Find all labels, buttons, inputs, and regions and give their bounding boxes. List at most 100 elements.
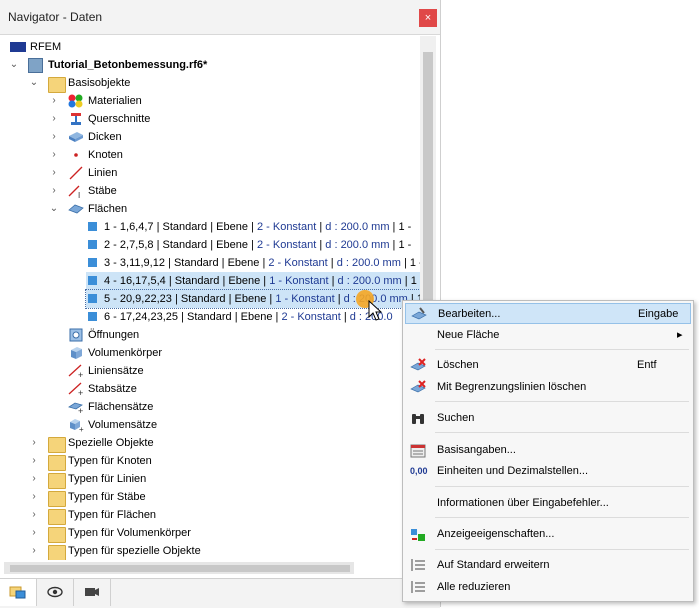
- line-set-icon: +: [68, 364, 84, 380]
- line-icon: [68, 166, 84, 180]
- tree-folder-typen-linien[interactable]: › Typen für Linien: [0, 470, 420, 489]
- chevron-right-icon[interactable]: ›: [28, 542, 40, 560]
- basic-data-icon: [410, 443, 426, 458]
- node-icon: [68, 148, 84, 162]
- expand-icon: [410, 558, 426, 573]
- tree-item-label: Flächensätze: [88, 401, 154, 413]
- display-properties-icon: [410, 527, 426, 542]
- tab-view[interactable]: [37, 579, 74, 606]
- eye-icon: [47, 586, 63, 598]
- tree-folder-label: Spezielle Objekte: [68, 437, 154, 449]
- folder-icon: [48, 527, 66, 543]
- surface-row[interactable]: 1 - 1,6,4,7 | Standard | Ebene | 2 - Kon…: [86, 218, 420, 236]
- chevron-right-icon[interactable]: ›: [28, 524, 40, 542]
- menu-item-display-properties[interactable]: Anzeigeeigenschaften...: [405, 524, 691, 545]
- tree-folder-label: Typen für Volumenkörper: [68, 527, 191, 539]
- chevron-right-icon[interactable]: ›: [28, 506, 40, 524]
- chevron-right-icon[interactable]: ›: [48, 128, 60, 146]
- tree-folder-typen-volumenkoerper[interactable]: › Typen für Volumenkörper: [0, 524, 420, 543]
- chevron-right-icon[interactable]: ›: [48, 110, 60, 128]
- tree-item-knoten[interactable]: › Knoten: [0, 146, 420, 164]
- menu-item-delete[interactable]: Löschen Entf: [405, 355, 691, 376]
- svg-text:+: +: [78, 388, 83, 396]
- tree-item-flaechen[interactable]: ⌄ Flächen: [0, 200, 420, 218]
- svg-text:+: +: [78, 406, 83, 414]
- tree-folder-typen-spezielle-objekte[interactable]: › Typen für spezielle Objekte: [0, 542, 420, 560]
- panel-title: Navigator - Daten: [8, 10, 103, 24]
- tree-item-dicken[interactable]: › Dicken: [0, 128, 420, 146]
- tree-item-linien[interactable]: › Linien: [0, 164, 420, 182]
- menu-item-basic-data[interactable]: Basisangaben...: [405, 440, 691, 461]
- delete-icon: [410, 358, 426, 373]
- menu-item-collapse-all[interactable]: Alle reduzieren: [405, 577, 691, 598]
- tree-folder-label: Typen für Linien: [68, 473, 147, 485]
- surface-square-icon: [88, 294, 97, 303]
- tree-item-label: Öffnungen: [88, 329, 140, 341]
- tree-item-volumenkoerper[interactable]: Volumenkörper: [0, 344, 420, 362]
- tree-item-materialien[interactable]: › Materialien: [0, 92, 420, 110]
- tree-item-oeffnungen[interactable]: Öffnungen: [0, 326, 420, 344]
- tree-file[interactable]: ⌄ Tutorial_Betonbemessung.rf6*: [0, 56, 420, 74]
- tab-data[interactable]: [0, 579, 37, 606]
- surface-row[interactable]: 2 - 2,7,5,8 | Standard | Ebene | 2 - Kon…: [86, 236, 420, 254]
- chevron-down-icon[interactable]: ⌄: [8, 56, 20, 74]
- surface-row-selected[interactable]: 4 - 16,17,5,4 | Standard | Ebene | 1 - K…: [86, 272, 420, 290]
- context-menu: Bearbeiten... Eingabe Neue Fläche ▸ Lösc…: [402, 300, 694, 602]
- chevron-right-icon[interactable]: ›: [48, 164, 60, 182]
- member-icon: I: [68, 184, 84, 200]
- rfem-icon: [10, 42, 26, 52]
- chevron-right-icon[interactable]: ›: [28, 452, 40, 470]
- chevron-down-icon[interactable]: ⌄: [28, 74, 40, 92]
- tree-basisobjekte[interactable]: ⌄ Basisobjekte: [0, 74, 420, 93]
- tree-item-label: Knoten: [88, 149, 123, 161]
- tree-item-staebe[interactable]: › I Stäbe: [0, 182, 420, 200]
- data-tab-icon: [9, 586, 26, 599]
- menu-item-units[interactable]: 0,00 Einheiten und Dezimalstellen...: [405, 461, 691, 482]
- materials-icon: [68, 94, 84, 108]
- horizontal-scroll-thumb[interactable]: [10, 565, 350, 572]
- close-button[interactable]: ×: [419, 9, 437, 27]
- svg-text:+: +: [78, 370, 83, 378]
- tree-folder-typen-flaechen[interactable]: › Typen für Flächen: [0, 506, 420, 525]
- surface-row[interactable]: 3 - 3,11,9,12 | Standard | Ebene | 2 - K…: [86, 254, 420, 272]
- menu-item-expand-default[interactable]: Auf Standard erweitern: [405, 555, 691, 576]
- cross-section-icon: [68, 112, 84, 126]
- chevron-right-icon[interactable]: ›: [28, 470, 40, 488]
- menu-item-search[interactable]: Suchen: [405, 408, 691, 429]
- tree-item-flaechensaetze[interactable]: + Flächensätze: [0, 398, 420, 416]
- menu-item-delete-with-lines[interactable]: Mit Begrenzungslinien löschen: [405, 377, 691, 398]
- folder-icon: [48, 77, 66, 93]
- camera-icon: [85, 588, 99, 596]
- tab-camera[interactable]: [74, 579, 111, 606]
- delete-with-lines-icon: [410, 380, 426, 395]
- edit-icon: [411, 307, 427, 322]
- tree-folder-typen-staebe[interactable]: › Typen für Stäbe: [0, 488, 420, 507]
- tree-item-querschnitte[interactable]: › Querschnitte: [0, 110, 420, 128]
- tree-item-label: Flächen: [88, 203, 128, 215]
- solid-set-icon: +: [68, 418, 84, 434]
- chevron-right-icon[interactable]: ›: [28, 488, 40, 506]
- tree-item-liniensaetze[interactable]: + Liniensätze: [0, 362, 420, 380]
- model-file-icon: [28, 58, 43, 73]
- tree-folder-spezielle-objekte[interactable]: › Spezielle Objekte: [0, 434, 420, 453]
- submenu-arrow-icon: ▸: [677, 329, 683, 341]
- tree-root[interactable]: RFEM: [0, 38, 420, 56]
- member-set-icon: +: [68, 382, 84, 398]
- chevron-down-icon[interactable]: ⌄: [48, 200, 60, 218]
- menu-separator: [435, 432, 689, 433]
- chevron-right-icon[interactable]: ›: [48, 182, 60, 200]
- menu-item-new-surface[interactable]: Neue Fläche ▸: [405, 325, 691, 346]
- menu-item-edit[interactable]: Bearbeiten... Eingabe: [405, 303, 691, 324]
- menu-item-input-errors[interactable]: Informationen über Eingabefehler...: [405, 493, 691, 514]
- chevron-right-icon[interactable]: ›: [48, 92, 60, 110]
- tree-item-label: Dicken: [88, 131, 122, 143]
- tree-item-volumensaetze[interactable]: + Volumensätze: [0, 416, 420, 434]
- chevron-right-icon[interactable]: ›: [28, 434, 40, 452]
- folder-icon: [48, 545, 66, 560]
- folder-icon: [48, 437, 66, 453]
- chevron-right-icon[interactable]: ›: [48, 146, 60, 164]
- tree-item-stabsaetze[interactable]: + Stabsätze: [0, 380, 420, 398]
- tree-folder-typen-knoten[interactable]: › Typen für Knoten: [0, 452, 420, 471]
- surface-square-icon: [88, 240, 97, 249]
- tree-item-label: Volumensätze: [88, 419, 158, 431]
